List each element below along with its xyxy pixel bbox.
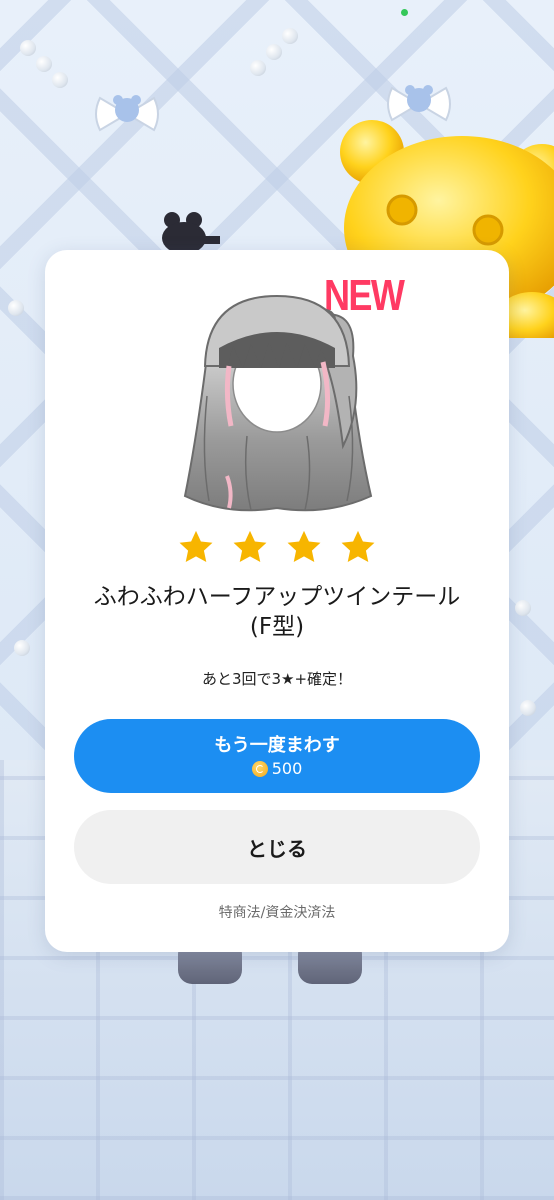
legal-notice-link[interactable]: 特商法/資金決済法	[45, 902, 509, 922]
pearl-decoration	[282, 28, 298, 44]
gacha-result-modal: NEW ふわふわハーフアップツインテール (F型) あと3回で3★+確定！ もう…	[45, 250, 509, 952]
coin-icon	[251, 760, 268, 777]
pearl-decoration	[14, 640, 30, 656]
pearl-decoration	[8, 300, 24, 316]
rarity-stars	[45, 528, 509, 566]
guarantee-text: あと3回で3★+確定！	[201, 670, 353, 688]
bow-decoration-icon	[95, 95, 159, 132]
pearl-decoration	[20, 40, 36, 56]
item-name: ふわふわハーフアップツインテール (F型)	[93, 584, 461, 640]
pearl-decoration	[520, 700, 536, 716]
close-button[interactable]: とじる	[74, 810, 480, 884]
spin-again-label: もう一度まわす	[214, 734, 340, 756]
star-icon	[179, 530, 213, 563]
star-icon	[233, 530, 267, 563]
pearl-decoration	[36, 56, 52, 72]
hair-half-up-twintail-icon	[183, 294, 373, 512]
pearl-decoration	[266, 44, 282, 60]
pearl-decoration	[52, 72, 68, 88]
star-icon	[287, 530, 321, 563]
spin-cost: 500	[251, 758, 303, 779]
spin-again-button[interactable]: もう一度まわす 500	[74, 719, 480, 793]
pearl-decoration	[515, 600, 531, 616]
status-indicator-dot	[401, 9, 408, 16]
pearl-decoration	[250, 60, 266, 76]
spin-cost-value: 500	[271, 758, 303, 778]
mini-bear-character-icon	[162, 212, 220, 254]
star-icon	[341, 530, 375, 563]
